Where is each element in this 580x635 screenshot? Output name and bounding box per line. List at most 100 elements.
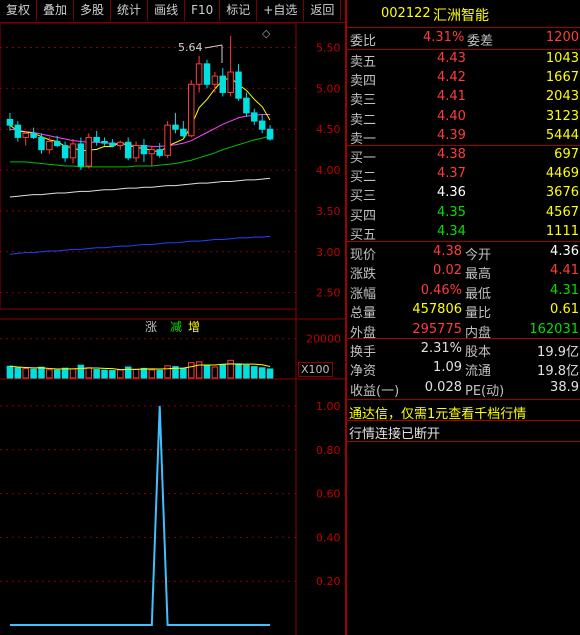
volume-bar[interactable] bbox=[38, 366, 45, 379]
level-volume: 4567 bbox=[545, 204, 579, 220]
level-volume: 3676 bbox=[545, 185, 579, 201]
sell-level-row[interactable]: 卖五 4.43 1043 bbox=[347, 49, 580, 70]
volume-bar[interactable] bbox=[258, 367, 266, 379]
candle[interactable] bbox=[61, 141, 69, 162]
candle[interactable] bbox=[211, 72, 219, 93]
volume-bar[interactable] bbox=[243, 364, 250, 379]
candle[interactable] bbox=[132, 141, 140, 162]
level-price: 4.39 bbox=[437, 127, 466, 143]
volume-bar[interactable] bbox=[14, 367, 22, 379]
candle[interactable] bbox=[266, 125, 274, 141]
volume-bar[interactable] bbox=[124, 366, 132, 379]
sell-level-row[interactable]: 卖二 4.40 3123 bbox=[347, 107, 580, 128]
candle[interactable] bbox=[109, 139, 116, 148]
toolbar-button[interactable]: 画线 bbox=[148, 0, 186, 21]
candle[interactable] bbox=[172, 112, 179, 134]
volume-bar[interactable] bbox=[148, 369, 156, 379]
volume-bar[interactable] bbox=[156, 369, 163, 379]
buy-level-row[interactable]: 买二 4.37 4469 bbox=[347, 164, 580, 185]
candle[interactable] bbox=[93, 130, 100, 146]
volume-bar[interactable] bbox=[46, 369, 53, 379]
candle[interactable] bbox=[85, 133, 93, 169]
high-price-label: 5.64 bbox=[178, 41, 203, 54]
candle[interactable] bbox=[156, 143, 163, 158]
volume-bar[interactable] bbox=[101, 369, 108, 379]
toolbar-button[interactable]: 叠加 bbox=[37, 0, 75, 21]
level-volume: 4469 bbox=[545, 166, 579, 182]
candle[interactable] bbox=[38, 133, 45, 154]
toolbar-button[interactable]: 多股 bbox=[74, 0, 112, 21]
candle[interactable] bbox=[101, 137, 108, 146]
volume-bar[interactable] bbox=[251, 366, 258, 379]
buy-level-row[interactable]: 买四 4.35 4567 bbox=[347, 203, 580, 224]
toolbar-button[interactable]: 返回 bbox=[304, 0, 342, 21]
volume-bar[interactable] bbox=[227, 359, 234, 379]
sell-level-row[interactable]: 卖一 4.39 5444 bbox=[347, 126, 580, 147]
sell-level-row[interactable]: 卖四 4.42 1667 bbox=[347, 68, 580, 89]
toolbar-button[interactable]: F10 bbox=[185, 0, 221, 21]
candle[interactable] bbox=[77, 137, 85, 171]
info-label: 收益(一) bbox=[350, 383, 400, 399]
candle[interactable] bbox=[219, 67, 227, 97]
candle[interactable] bbox=[187, 80, 195, 138]
candle[interactable] bbox=[235, 63, 242, 101]
candle[interactable] bbox=[195, 55, 203, 93]
volume-bar[interactable] bbox=[164, 365, 171, 379]
candle[interactable] bbox=[258, 114, 266, 134]
diamond-icon[interactable]: ◇ bbox=[262, 27, 271, 40]
volume-bar[interactable] bbox=[53, 369, 61, 379]
volume-bar[interactable] bbox=[30, 368, 37, 379]
candle[interactable] bbox=[243, 92, 250, 117]
ratio-label: 委比 bbox=[350, 34, 377, 49]
indicator-axis-label: 0.60 bbox=[316, 488, 341, 501]
candle[interactable] bbox=[6, 112, 14, 131]
candle[interactable] bbox=[164, 121, 171, 158]
candle[interactable] bbox=[140, 139, 148, 162]
volume-unit-label: X100 bbox=[298, 362, 333, 377]
buy-level-row[interactable]: 买三 4.36 3676 bbox=[347, 183, 580, 204]
volume-bar[interactable] bbox=[109, 370, 116, 379]
volume-bar[interactable] bbox=[77, 364, 85, 379]
stock-header: 002122 汇洲智能 bbox=[347, 4, 580, 24]
candle[interactable] bbox=[14, 121, 22, 142]
candle[interactable] bbox=[117, 140, 124, 150]
candle[interactable] bbox=[203, 59, 211, 89]
promo-notice[interactable]: 通达信，仅需1元查看千档行情 bbox=[347, 401, 580, 422]
volume-bar[interactable] bbox=[235, 363, 242, 379]
candle[interactable] bbox=[180, 121, 187, 138]
toolbar-button[interactable]: +自选 bbox=[257, 0, 305, 21]
level-label: 买四 bbox=[350, 208, 377, 224]
candle[interactable] bbox=[69, 139, 77, 164]
candle[interactable] bbox=[251, 108, 258, 126]
candle[interactable] bbox=[227, 36, 234, 97]
volume-bar[interactable] bbox=[219, 363, 227, 379]
candle[interactable] bbox=[124, 137, 132, 161]
volume-bar[interactable] bbox=[6, 365, 14, 379]
volume-bars[interactable] bbox=[0, 338, 296, 379]
candle[interactable] bbox=[148, 145, 156, 166]
volume-bar[interactable] bbox=[203, 364, 211, 379]
status-text: 行情连接已断开 bbox=[349, 427, 441, 442]
volume-bar[interactable] bbox=[69, 368, 77, 379]
toolbar-button[interactable]: 复权 bbox=[0, 0, 38, 21]
candle[interactable] bbox=[22, 130, 29, 146]
buy-level-row[interactable]: 买一 4.38 697 bbox=[347, 145, 580, 166]
volume-bar[interactable] bbox=[266, 368, 274, 379]
volume-bar[interactable] bbox=[61, 367, 69, 379]
buy-level-row[interactable]: 买五 4.34 1111 bbox=[347, 222, 580, 243]
toolbar-button[interactable]: 标记 bbox=[220, 0, 258, 21]
candlesticks[interactable] bbox=[6, 36, 274, 171]
volume-bar[interactable] bbox=[132, 368, 140, 379]
toolbar-button[interactable]: 统计 bbox=[111, 0, 149, 21]
sell-level-row[interactable]: 卖三 4.41 2043 bbox=[347, 87, 580, 108]
volume-bar[interactable] bbox=[22, 368, 29, 379]
volume-bar[interactable] bbox=[85, 367, 93, 379]
volume-bar[interactable] bbox=[140, 367, 148, 379]
info-label: 总量 bbox=[350, 306, 377, 322]
volume-bar[interactable] bbox=[93, 369, 100, 379]
volume-bar[interactable] bbox=[211, 366, 219, 379]
volume-bar[interactable] bbox=[180, 367, 187, 379]
volume-bar[interactable] bbox=[195, 361, 203, 379]
volume-bar[interactable] bbox=[187, 362, 195, 379]
volume-bar[interactable] bbox=[117, 369, 124, 379]
